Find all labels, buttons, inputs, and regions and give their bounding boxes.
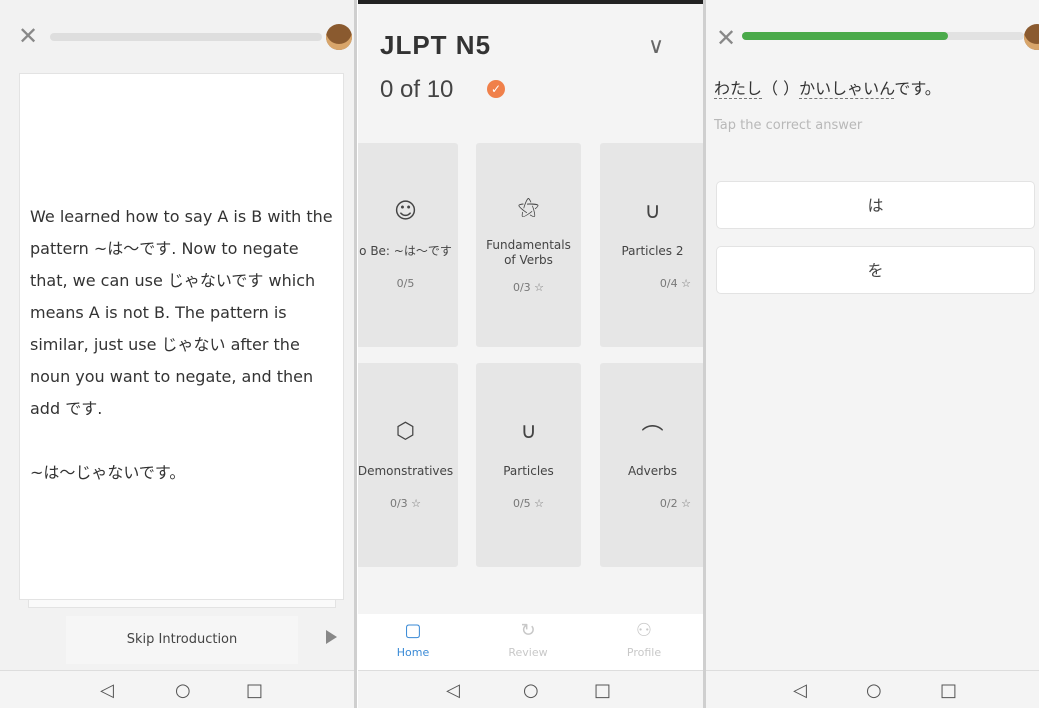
star-icon: ☆: [534, 497, 545, 510]
person-icon: ⚇: [635, 620, 653, 641]
magnet-icon: ∪: [644, 199, 661, 224]
lesson-tile-to-be[interactable]: ☺ o Be: ~は〜です 0/5: [358, 138, 463, 352]
lesson-tile-particles[interactable]: ∪ Particles 0/5 ☆: [471, 358, 586, 572]
book-icon: ▢: [404, 620, 422, 641]
home-circle-icon[interactable]: ○: [866, 680, 882, 701]
star-icon: ☆: [411, 497, 422, 510]
lesson-tile-adverbs[interactable]: ⌒ Adverbs 0/2 ☆: [595, 358, 703, 572]
lesson-tile-progress: 0/5 ☆: [512, 497, 545, 510]
bottom-nav: ▢ Home ↻ Review ⚇ Profile: [358, 614, 703, 670]
lesson-tile-name: Particles: [503, 464, 554, 478]
lesson-tile-progress: 0/3 ☆: [389, 497, 422, 510]
home-circle-icon[interactable]: ○: [523, 680, 539, 701]
close-icon[interactable]: ✕: [716, 26, 736, 50]
panel-divider: [703, 0, 706, 708]
lesson-tile-progress: 0/5: [396, 277, 415, 290]
word-watashi[interactable]: わたし: [714, 79, 763, 99]
card-stack-edge: [28, 600, 336, 608]
word-kaishain[interactable]: かいしゃいん: [799, 79, 895, 99]
question-sentence: わたし（ ）かいしゃいんです。: [714, 75, 941, 99]
star-icon: ☆: [681, 497, 691, 510]
intro-screen: ✕ We learned how to say A is B with the …: [0, 0, 354, 708]
answer-blank: （ ）: [762, 79, 800, 98]
refresh-icon: ↻: [520, 620, 536, 641]
nav-home[interactable]: ▢ Home: [383, 620, 443, 659]
nav-review[interactable]: ↻ Review: [498, 620, 558, 659]
lesson-progress-bar: [50, 33, 322, 41]
lesson-tile-progress: 0/3 ☆: [512, 281, 545, 294]
back-icon[interactable]: ◁: [446, 680, 460, 701]
back-icon[interactable]: ◁: [793, 680, 807, 701]
lesson-tile-name: Demonstratives: [358, 464, 454, 478]
instruction-text: Tap the correct answer: [714, 118, 863, 133]
lesson-tile-demonstratives[interactable]: ⬡ Demonstratives 0/3 ☆: [358, 358, 463, 572]
nav-profile-label: Profile: [626, 646, 662, 659]
answer-option-wo[interactable]: を: [716, 246, 1035, 294]
quiz-progress-bar: [742, 32, 1024, 40]
lesson-tile-name: Particles 2: [621, 244, 684, 258]
back-icon[interactable]: ◁: [100, 680, 114, 701]
word-desu: です。: [894, 79, 941, 98]
quiz-progress-fill: [742, 32, 948, 40]
course-title: JLPT N5: [380, 30, 492, 60]
recent-apps-icon[interactable]: □: [940, 680, 957, 701]
mask-icon: ☺: [394, 199, 417, 224]
recent-apps-icon[interactable]: □: [594, 680, 611, 701]
nav-review-label: Review: [508, 646, 548, 659]
chevron-down-icon[interactable]: ∨: [648, 34, 664, 59]
panel-divider: [354, 0, 357, 708]
box-icon: ⬡: [395, 419, 416, 444]
lesson-tile-name: Fundamentals of Verbs: [486, 238, 571, 267]
close-icon[interactable]: ✕: [18, 24, 42, 48]
lesson-tile-fundamentals-of-verbs[interactable]: ⚝ Fundamentals of Verbs 0/3 ☆: [471, 138, 586, 352]
star-icon: ☆: [681, 277, 691, 290]
course-progress-text: 0 of 10: [380, 76, 454, 103]
rainbow-icon: ⌒: [641, 425, 664, 450]
quiz-screen: ✕ わたし（ ）かいしゃいんです。 Tap the correct answer…: [706, 0, 1039, 708]
monkey-avatar-icon: [1024, 24, 1039, 50]
recent-apps-icon[interactable]: □: [246, 680, 263, 701]
lesson-grid: ☺ o Be: ~は〜です 0/5 ⚝ Fundamentals of Verb…: [358, 136, 703, 576]
figure-icon: ⚝: [517, 195, 540, 220]
lesson-tile-name: o Be: ~は〜です: [359, 244, 452, 258]
home-circle-icon[interactable]: ○: [175, 680, 191, 701]
lesson-tile-progress: 0/2 ☆: [659, 497, 691, 510]
lesson-tile-name: Adverbs: [628, 464, 677, 478]
monkey-avatar-icon: [326, 24, 352, 50]
lesson-card: We learned how to say A is B with the pa…: [19, 73, 344, 600]
top-divider: [358, 0, 703, 4]
play-icon[interactable]: [326, 630, 337, 644]
nav-profile[interactable]: ⚇ Profile: [614, 620, 674, 659]
skip-introduction-button[interactable]: Skip Introduction: [66, 616, 298, 664]
magnet-icon: ∪: [520, 419, 537, 444]
nav-home-label: Home: [396, 646, 430, 659]
answer-option-wa[interactable]: は: [716, 181, 1035, 229]
star-icon: ☆: [534, 281, 545, 294]
lesson-tile-progress: 0/4 ☆: [659, 277, 691, 290]
lesson-text: We learned how to say A is B with the pa…: [30, 207, 333, 482]
lesson-tile-particles-2[interactable]: ∪ Particles 2 0/4 ☆: [595, 138, 703, 352]
screenshot-collage: ✕ We learned how to say A is B with the …: [0, 0, 1039, 708]
course-screen: JLPT N5 ∨ 0 of 10 ✓ ☺ o Be: ~は〜です 0/5 ⚝ …: [358, 0, 703, 708]
check-badge-icon: ✓: [487, 80, 505, 98]
